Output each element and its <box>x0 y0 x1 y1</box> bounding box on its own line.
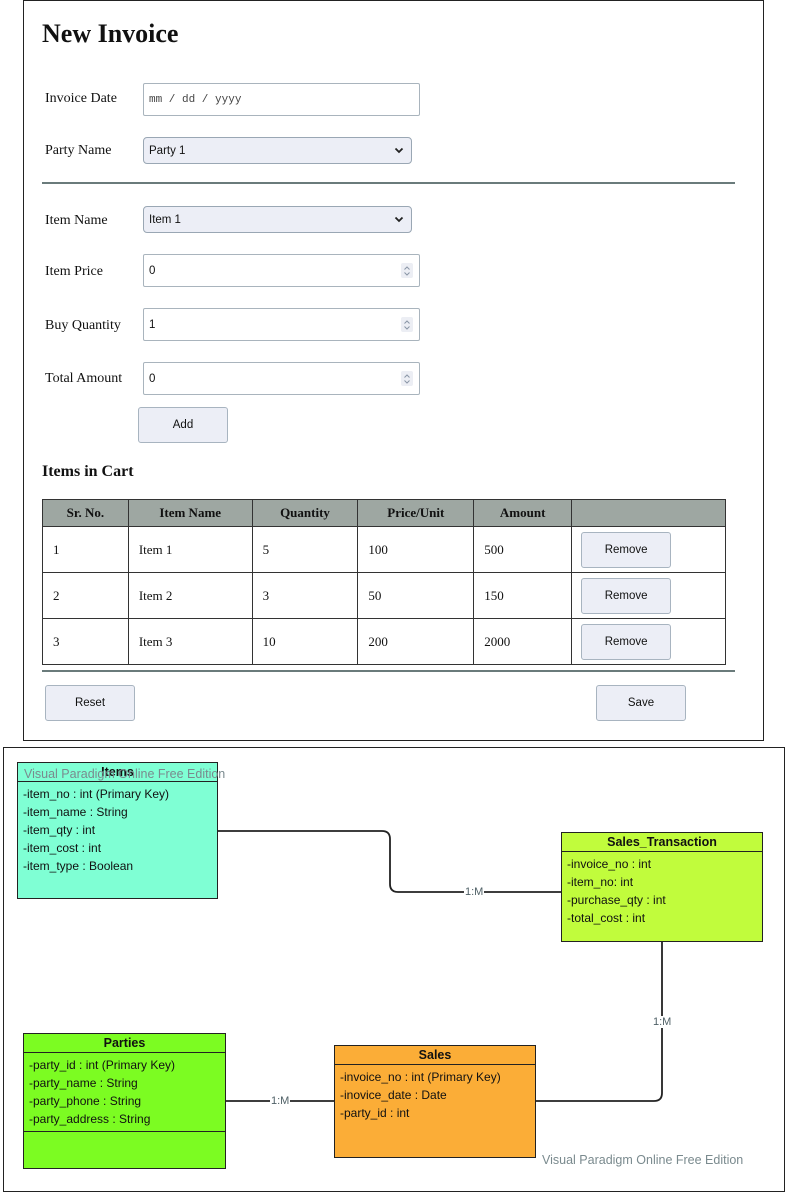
item-price-label: Item Price <box>45 264 103 279</box>
attribute: -item_qty : int <box>23 823 96 837</box>
party-name-value: Party 1 <box>149 144 186 157</box>
buy-quantity-input[interactable]: 1 <box>143 308 420 341</box>
attribute: -item_cost : int <box>23 841 102 855</box>
relation-label-parties-sales: 1:M <box>270 1095 291 1107</box>
cell-quantity: 10 <box>251 618 359 665</box>
relation-label-sales-transaction-sales: 1:M <box>652 1016 673 1028</box>
entity-sales-attributes: -invoice_no : int (Primary Key) -inovice… <box>335 1065 535 1122</box>
attribute: -party_address : String <box>29 1112 151 1126</box>
cell-action: Remove <box>571 572 726 619</box>
attribute: -invoice_no : int <box>567 857 652 871</box>
cell-action: Remove <box>571 526 726 573</box>
er-diagram-panel: Items -item_no : int (Primary Key) -item… <box>3 747 785 1192</box>
attribute: -item_name : String <box>23 805 128 819</box>
spinner-updown-icon[interactable] <box>401 263 413 278</box>
attribute: -purchase_qty : int <box>567 893 666 907</box>
remove-button[interactable]: Remove <box>581 577 672 614</box>
entity-parties-title: Parties <box>24 1034 225 1053</box>
entity-sales-transaction-title: Sales_Transaction <box>562 833 762 852</box>
entity-items[interactable]: Items -item_no : int (Primary Key) -item… <box>17 762 218 899</box>
watermark-text: Visual Paradigm Online Free Edition <box>542 1153 744 1167</box>
save-button[interactable]: Save <box>596 685 686 721</box>
table-row: 1 Item 1 5 100 500 Remove <box>42 526 726 573</box>
cart-title: Items in Cart <box>42 463 134 480</box>
spinner-updown-icon[interactable] <box>401 371 413 386</box>
entity-parties-operations <box>24 1131 225 1132</box>
add-button[interactable]: Add <box>138 407 228 443</box>
cell-price-unit: 200 <box>357 618 475 665</box>
page-title: New Invoice <box>42 19 179 48</box>
chevron-down-icon <box>394 147 404 154</box>
chevron-down-icon <box>394 216 404 223</box>
cell-quantity: 3 <box>251 572 359 619</box>
entity-sales-title: Sales <box>335 1046 535 1065</box>
column-header-item-name: Item Name <box>127 499 253 527</box>
attribute: -item_no: int <box>567 875 634 889</box>
cell-item-name: Item 2 <box>127 572 253 619</box>
buy-quantity-value: 1 <box>149 318 156 331</box>
relation-label-items-sales-transaction: 1:M <box>464 886 485 898</box>
attribute: -item_no : int (Primary Key) <box>23 787 170 801</box>
cell-price-unit: 100 <box>357 526 475 573</box>
reset-button[interactable]: Reset <box>45 685 135 721</box>
item-price-value: 0 <box>149 264 156 277</box>
entity-parties[interactable]: Parties -party_id : int (Primary Key) -p… <box>23 1033 226 1169</box>
footer-divider <box>42 670 735 672</box>
invoice-date-label: Invoice Date <box>45 91 117 106</box>
attribute: -total_cost : int <box>567 911 646 925</box>
entity-sales-transaction-attributes: -invoice_no : int -item_no: int -purchas… <box>562 852 762 927</box>
cell-quantity: 5 <box>251 526 359 573</box>
attribute: -item_type : Boolean <box>23 859 134 873</box>
column-header-price-unit: Price/Unit <box>357 499 475 527</box>
attribute: -party_id : int <box>340 1106 410 1120</box>
entity-parties-attributes: -party_id : int (Primary Key) -party_nam… <box>24 1053 225 1131</box>
cell-sr-no: 2 <box>42 572 129 619</box>
attribute: -party_phone : String <box>29 1094 142 1108</box>
invoice-form-panel: New Invoice Invoice Date mm / dd / yyyy … <box>23 0 764 741</box>
item-name-value: Item 1 <box>149 213 181 226</box>
cell-amount: 500 <box>473 526 573 573</box>
entity-sales-transaction[interactable]: Sales_Transaction -invoice_no : int -ite… <box>561 832 763 942</box>
item-name-label: Item Name <box>45 213 108 228</box>
cell-price-unit: 50 <box>357 572 475 619</box>
connector-sales-transaction-sales <box>536 941 663 1102</box>
party-name-label: Party Name <box>45 143 112 158</box>
item-price-input[interactable]: 0 <box>143 254 420 287</box>
column-header-sr-no: Sr. No. <box>42 499 129 527</box>
column-header-amount: Amount <box>473 499 573 527</box>
party-name-select[interactable]: Party 1 <box>143 137 412 164</box>
attribute: -invoice_no : int (Primary Key) <box>340 1070 501 1084</box>
cell-sr-no: 1 <box>42 526 129 573</box>
item-name-select[interactable]: Item 1 <box>143 206 412 233</box>
total-amount-value: 0 <box>149 372 156 385</box>
total-amount-input[interactable]: 0 <box>143 362 420 395</box>
connector-items-sales-transaction <box>217 830 562 893</box>
cell-action: Remove <box>571 618 726 665</box>
remove-button[interactable]: Remove <box>581 623 672 660</box>
cell-item-name: Item 1 <box>127 526 253 573</box>
invoice-date-placeholder: mm / dd / yyyy <box>149 93 242 106</box>
cell-item-name: Item 3 <box>127 618 253 665</box>
spinner-updown-icon[interactable] <box>401 317 413 332</box>
entity-items-attributes: -item_no : int (Primary Key) -item_name … <box>18 782 217 875</box>
column-header-quantity: Quantity <box>251 499 359 527</box>
cell-amount: 150 <box>473 572 573 619</box>
attribute: -party_id : int (Primary Key) <box>29 1058 176 1072</box>
cart-table: Sr. No. Item Name Quantity Price/Unit Am… <box>42 499 726 665</box>
cell-sr-no: 3 <box>42 618 129 665</box>
entity-sales[interactable]: Sales -invoice_no : int (Primary Key) -i… <box>334 1045 536 1158</box>
invoice-date-input[interactable]: mm / dd / yyyy <box>143 83 420 116</box>
section-divider <box>42 182 735 184</box>
buy-quantity-label: Buy Quantity <box>45 318 121 333</box>
attribute: -inovice_date : Date <box>340 1088 447 1102</box>
attribute: -party_name : String <box>29 1076 138 1090</box>
cell-amount: 2000 <box>473 618 573 665</box>
column-header-action <box>571 499 726 527</box>
table-header-row: Sr. No. Item Name Quantity Price/Unit Am… <box>42 499 726 527</box>
watermark-text: Visual Paradigm Online Free Edition <box>24 767 226 781</box>
total-amount-label: Total Amount <box>45 371 123 386</box>
remove-button[interactable]: Remove <box>581 531 672 568</box>
table-row: 3 Item 3 10 200 2000 Remove <box>42 618 726 665</box>
table-row: 2 Item 2 3 50 150 Remove <box>42 572 726 619</box>
